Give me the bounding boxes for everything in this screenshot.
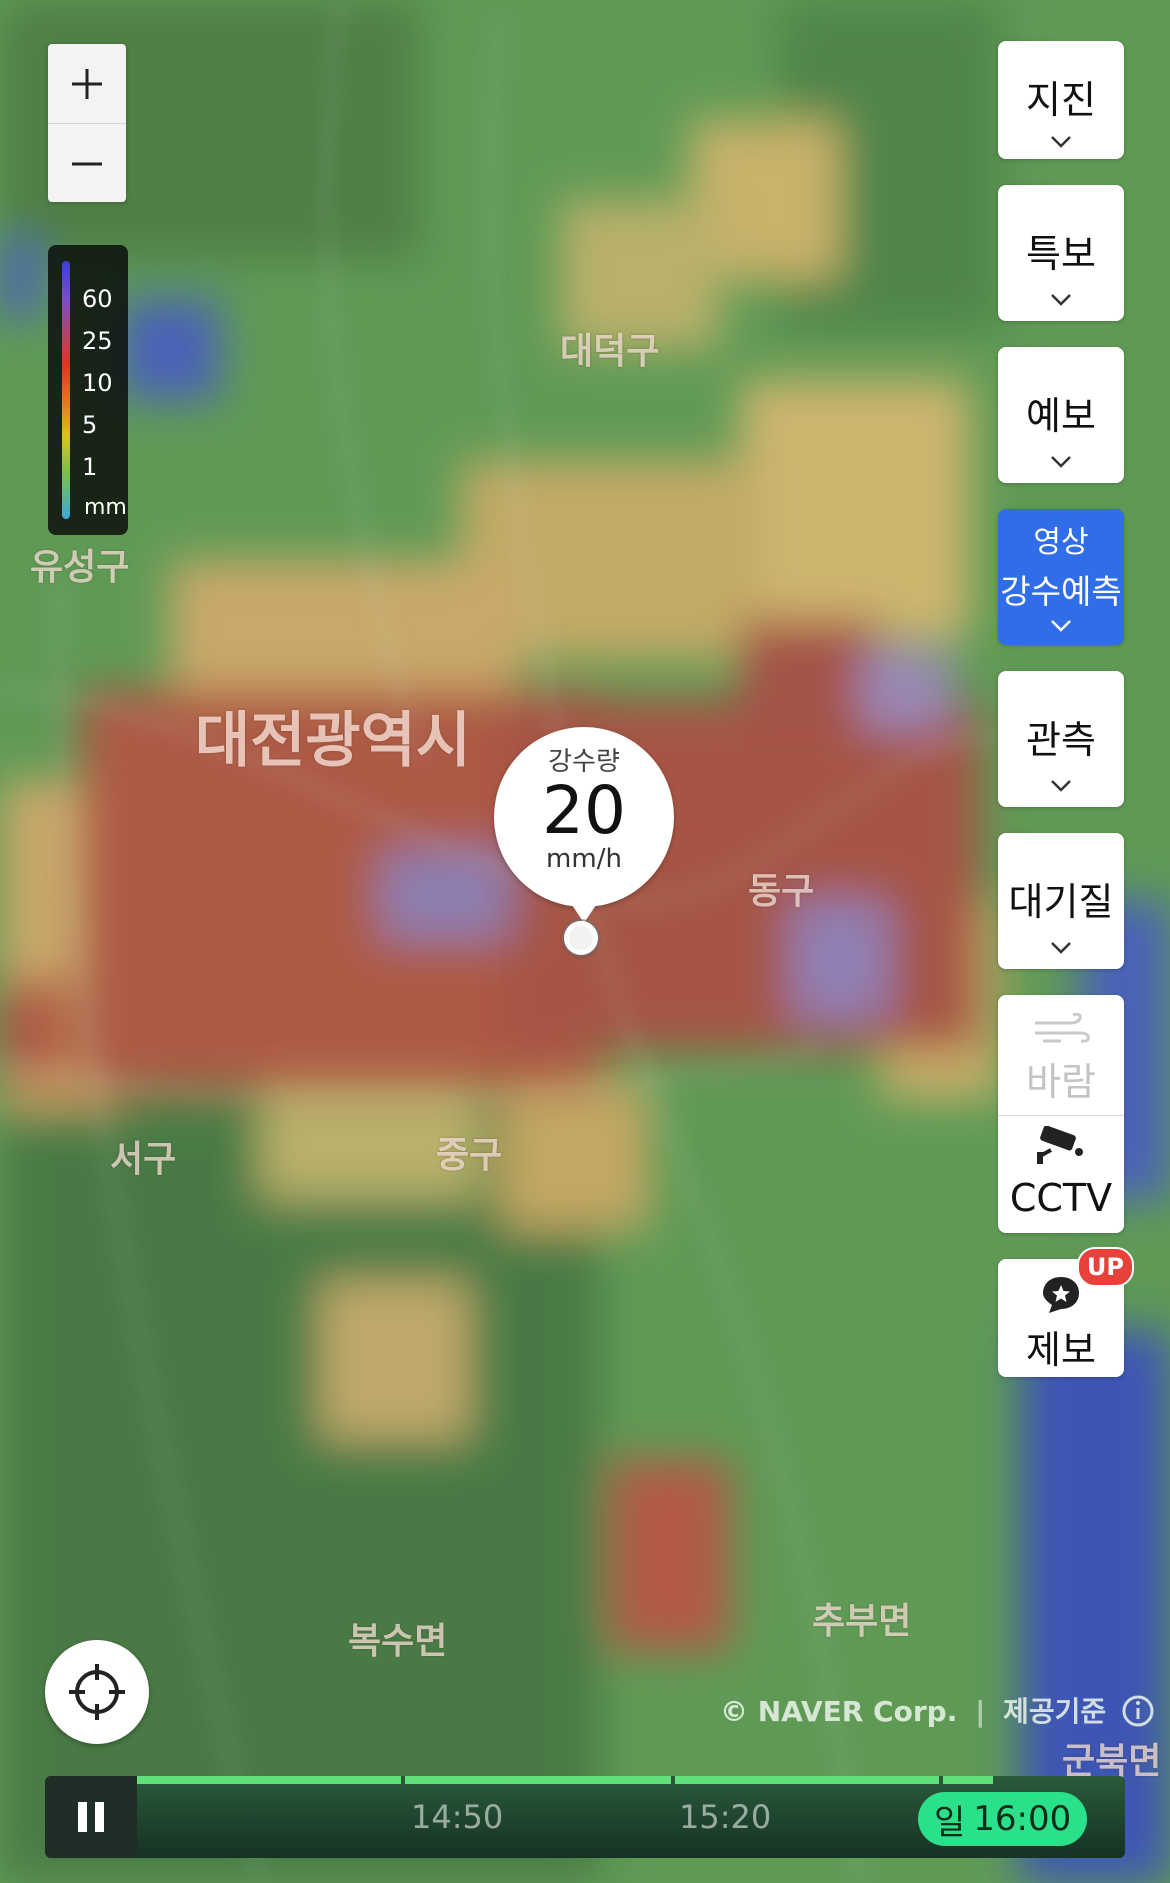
place-label-seogu: 서구 xyxy=(110,1139,177,1180)
chevron-down-icon xyxy=(1051,294,1071,306)
info-icon[interactable] xyxy=(1122,1695,1154,1727)
warning-button[interactable]: 특보 xyxy=(998,185,1124,321)
timeline-tick-1520: 15:20 xyxy=(679,1798,772,1836)
pause-button[interactable] xyxy=(45,1776,137,1858)
legend-unit: mm xyxy=(84,495,127,520)
observation-label: 관측 xyxy=(1026,718,1096,762)
place-label-donggu: 동구 xyxy=(748,871,815,912)
video-label: 영상 xyxy=(1033,525,1089,560)
zoom-out-button[interactable] xyxy=(48,123,126,203)
earthquake-label: 지진 xyxy=(1026,78,1096,122)
legend-label-5: 5 xyxy=(82,411,98,439)
legend-label-10: 10 xyxy=(82,369,113,397)
current-time: 16:00 xyxy=(973,1799,1072,1839)
earthquake-button[interactable]: 지진 xyxy=(998,41,1124,159)
timeline-progress-segment xyxy=(675,1776,939,1784)
forecast-label: 예보 xyxy=(1026,394,1096,438)
callout-value: 20 xyxy=(542,772,626,849)
naver-credit: © NAVER Corp. xyxy=(720,1695,958,1728)
precipitation-legend: 60 25 10 5 1 mm xyxy=(48,245,128,535)
timeline-progress-segment xyxy=(137,1776,401,1784)
place-label-junggu: 중구 xyxy=(436,1135,503,1176)
plus-icon xyxy=(72,68,102,99)
precip-forecast-button[interactable]: 영상 강수예측 xyxy=(998,509,1124,645)
wind-button[interactable]: 바람 xyxy=(998,995,1124,1116)
place-label-yuseong: 유성구 xyxy=(30,547,130,588)
location-marker[interactable] xyxy=(564,921,598,955)
map-credit: © NAVER Corp. | 제공기준 xyxy=(720,1690,1154,1730)
report-up-badge: UP xyxy=(1076,1247,1134,1287)
air-quality-label: 대기질 xyxy=(1008,880,1114,924)
chevron-down-icon xyxy=(1051,136,1071,148)
provider-basis-link[interactable]: 제공기준 xyxy=(1003,1695,1106,1728)
report-chat-icon xyxy=(1043,1277,1079,1313)
callout-title: 강수량 xyxy=(548,747,620,777)
zoom-control xyxy=(48,44,126,202)
chevron-down-icon xyxy=(1051,942,1071,954)
cctv-camera-icon xyxy=(1037,1126,1083,1164)
cctv-button[interactable]: CCTV xyxy=(998,1116,1124,1234)
current-time-indicator[interactable]: 일 16:00 xyxy=(918,1792,1088,1846)
crosshair-icon xyxy=(69,1664,125,1720)
report-button[interactable]: 제보 UP xyxy=(998,1247,1134,1377)
legend-label-1: 1 xyxy=(82,453,98,481)
chevron-down-icon xyxy=(1051,620,1071,632)
precipitation-callout[interactable]: 강수량 20 mm/h xyxy=(494,727,674,923)
place-label-boksu: 복수면 xyxy=(348,1621,448,1662)
legend-color-scale xyxy=(62,261,70,519)
pause-icon xyxy=(78,1802,104,1832)
forecast-button[interactable]: 예보 xyxy=(998,347,1124,483)
timeline-progress-segment xyxy=(943,1776,993,1784)
timeline-progress-segment xyxy=(405,1776,671,1784)
wind-label: 바람 xyxy=(1026,1060,1096,1104)
legend-label-25: 25 xyxy=(82,327,113,355)
zoom-in-button[interactable] xyxy=(48,44,126,123)
precip-forecast-label: 강수예측 xyxy=(1000,572,1122,611)
warning-label: 특보 xyxy=(1026,232,1096,276)
legend-label-60: 60 xyxy=(82,285,113,313)
chevron-down-icon xyxy=(1051,456,1071,468)
current-day: 일 xyxy=(934,1802,966,1843)
timeline-tick-1450: 14:50 xyxy=(411,1798,504,1836)
wind-icon xyxy=(1035,1013,1090,1043)
wind-cctv-group: 바람 CCTV xyxy=(998,995,1124,1233)
place-label-daejeon: 대전광역시 xyxy=(195,706,471,776)
air-quality-button[interactable]: 대기질 xyxy=(998,833,1124,969)
callout-unit: mm/h xyxy=(546,844,622,874)
place-label-daedeok: 대덕구 xyxy=(560,331,660,372)
observation-button[interactable]: 관측 xyxy=(998,671,1124,807)
current-location-button[interactable] xyxy=(45,1640,149,1744)
place-label-chubu: 추부면 xyxy=(812,1601,912,1642)
chevron-down-icon xyxy=(1051,780,1071,792)
minus-icon xyxy=(72,162,102,165)
